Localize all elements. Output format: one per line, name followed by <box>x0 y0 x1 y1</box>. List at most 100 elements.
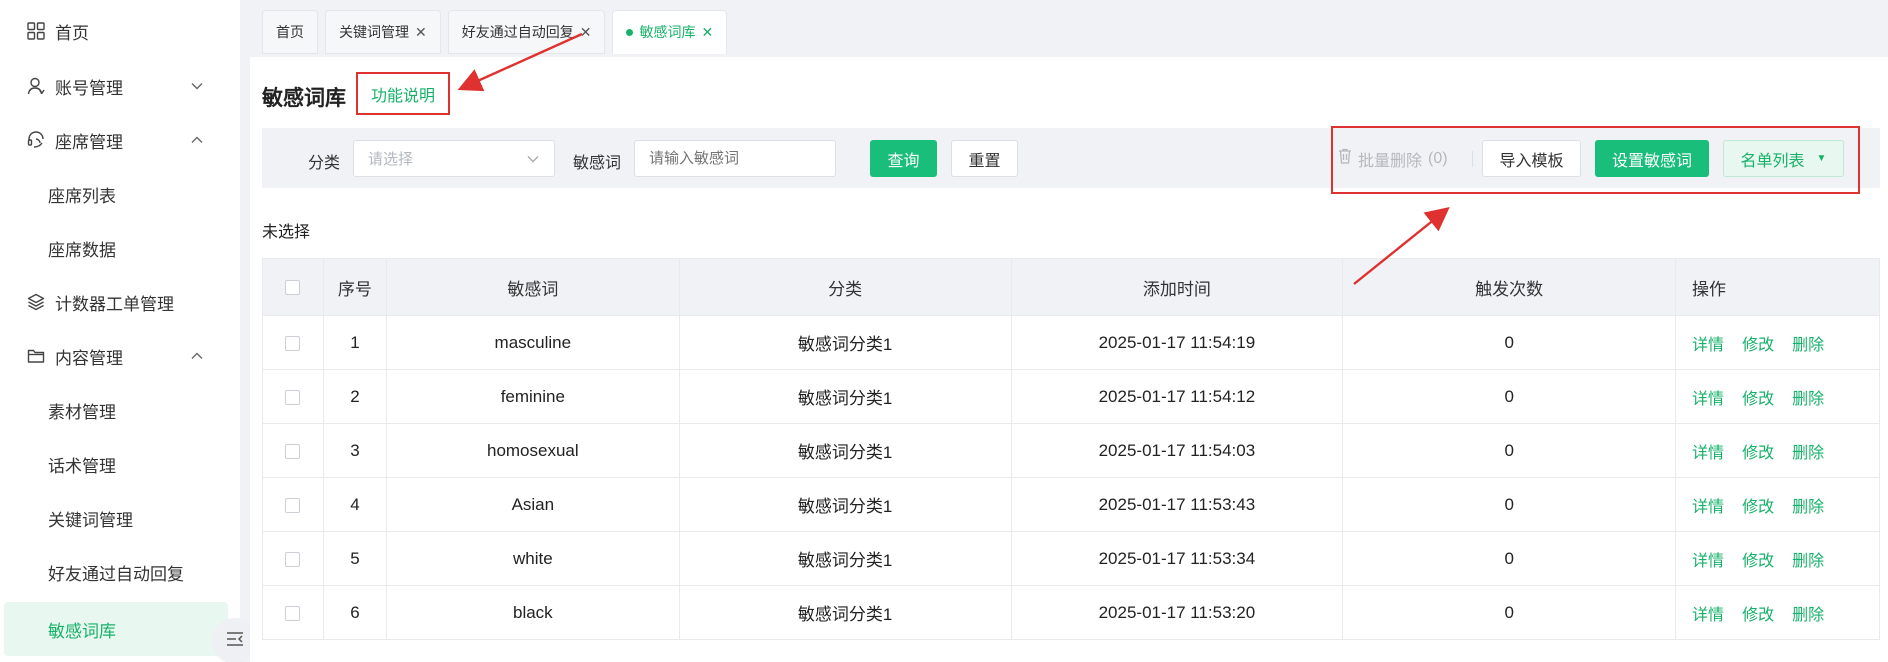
row-actions: 详情 修改 删除 <box>1675 477 1880 532</box>
sensitive-word-input[interactable] <box>634 140 836 177</box>
row-checkbox[interactable] <box>285 605 301 621</box>
edit-link[interactable]: 修改 <box>1742 553 1774 570</box>
row-word: white <box>385 531 680 586</box>
sidebar-item-label: 座席列表 <box>48 186 116 206</box>
chevron-down-icon <box>526 152 540 170</box>
row-index: 2 <box>322 369 387 424</box>
detail-link[interactable]: 详情 <box>1692 391 1724 408</box>
edit-link[interactable]: 修改 <box>1742 607 1774 624</box>
delete-link[interactable]: 删除 <box>1792 553 1824 570</box>
row-checkbox[interactable] <box>285 389 301 405</box>
sidebar-item-keyword[interactable]: 关键词管理 <box>0 491 240 545</box>
close-icon[interactable]: ✕ <box>580 24 592 41</box>
detail-link[interactable]: 详情 <box>1692 499 1724 516</box>
sidebar-item-label: 座席管理 <box>55 132 123 152</box>
delete-link[interactable]: 删除 <box>1792 391 1824 408</box>
sensitive-words-table: 序号 敏感词 分类 添加时间 触发次数 操作 1 masculine 敏感词分类… <box>262 258 1880 640</box>
row-time: 2025-01-17 11:54:19 <box>1010 315 1344 370</box>
row-checkbox[interactable] <box>285 443 301 459</box>
sidebar: 首页 账号管理 座席管理 座席列表 座席数据 计数器工单管理 内容管理 素材管理… <box>0 0 240 662</box>
row-checkbox[interactable] <box>285 335 301 351</box>
select-all-cell <box>262 258 324 316</box>
edit-link[interactable]: 修改 <box>1742 391 1774 408</box>
row-category: 敏感词分类1 <box>678 369 1012 424</box>
sidebar-item-label: 账号管理 <box>55 78 123 98</box>
sidebar-item-script[interactable]: 话术管理 <box>0 437 240 491</box>
table-row: 1 masculine 敏感词分类1 2025-01-17 11:54:19 0… <box>262 315 1880 370</box>
row-time: 2025-01-17 11:53:20 <box>1010 585 1344 640</box>
sidebar-item-label: 计数器工单管理 <box>55 294 174 314</box>
detail-link[interactable]: 详情 <box>1692 445 1724 462</box>
set-sensitive-words-button[interactable]: 设置敏感词 <box>1595 140 1709 177</box>
reset-button[interactable]: 重置 <box>951 140 1018 177</box>
tab-label: 首页 <box>276 24 304 40</box>
row-count: 0 <box>1342 423 1677 478</box>
category-label: 分类 <box>308 155 341 172</box>
detail-link[interactable]: 详情 <box>1692 553 1724 570</box>
sidebar-item-label: 内容管理 <box>55 348 123 368</box>
row-checkbox[interactable] <box>285 497 301 513</box>
name-list-label: 名单列表 <box>1740 152 1805 170</box>
sidebar-item-label: 话术管理 <box>48 456 116 476</box>
chevron-up-icon <box>190 348 206 364</box>
row-category: 敏感词分类1 <box>678 477 1012 532</box>
feature-description-link[interactable]: 功能说明 <box>356 72 450 115</box>
delete-link[interactable]: 删除 <box>1792 445 1824 462</box>
sidebar-item-home[interactable]: 首页 <box>0 4 240 58</box>
folder-icon <box>26 346 46 366</box>
sidebar-item-account[interactable]: 账号管理 <box>0 59 240 113</box>
name-list-dropdown[interactable]: 名单列表 ▼ <box>1723 140 1844 177</box>
tab-label: 关键词管理 <box>339 24 409 40</box>
batch-delete-button[interactable]: 批量删除 (0) <box>1338 140 1448 177</box>
sidebar-item-sensitive-words[interactable]: 敏感词库 <box>4 602 228 656</box>
sidebar-item-auto-reply[interactable]: 好友通过自动回复 <box>0 545 240 599</box>
edit-link[interactable]: 修改 <box>1742 499 1774 516</box>
row-checkbox[interactable] <box>285 551 301 567</box>
sidebar-item-counter[interactable]: 计数器工单管理 <box>0 275 240 329</box>
tab-sensitive-words[interactable]: 敏感词库 ✕ <box>612 10 728 54</box>
detail-link[interactable]: 详情 <box>1692 337 1724 354</box>
sidebar-item-seat-data[interactable]: 座席数据 <box>0 221 240 275</box>
tab-home[interactable]: 首页 <box>262 10 318 54</box>
row-count: 0 <box>1342 477 1677 532</box>
table-row: 3 homosexual 敏感词分类1 2025-01-17 11:54:03 … <box>262 423 1880 478</box>
divider <box>1472 151 1473 167</box>
sidebar-item-label: 敏感词库 <box>48 621 116 641</box>
delete-link[interactable]: 删除 <box>1792 607 1824 624</box>
edit-link[interactable]: 修改 <box>1742 337 1774 354</box>
sidebar-item-material[interactable]: 素材管理 <box>0 383 240 437</box>
delete-link[interactable]: 删除 <box>1792 499 1824 516</box>
active-dot-icon <box>626 28 634 36</box>
row-actions: 详情 修改 删除 <box>1675 531 1880 586</box>
tab-keyword[interactable]: 关键词管理 ✕ <box>325 10 441 54</box>
sidebar-item-seat[interactable]: 座席管理 <box>0 113 240 167</box>
category-select[interactable]: 请选择 <box>353 140 555 177</box>
category-placeholder: 请选择 <box>368 151 414 168</box>
detail-link[interactable]: 详情 <box>1692 607 1724 624</box>
table-row: 5 white 敏感词分类1 2025-01-17 11:53:34 0 详情 修… <box>262 531 1880 586</box>
row-word: homosexual <box>385 423 680 478</box>
select-all-checkbox[interactable] <box>285 280 301 296</box>
edit-link[interactable]: 修改 <box>1742 445 1774 462</box>
menu-fold-icon <box>226 631 244 652</box>
table-header-row: 序号 敏感词 分类 添加时间 触发次数 操作 <box>262 258 1880 316</box>
sidebar-item-seat-list[interactable]: 座席列表 <box>0 167 240 221</box>
query-button[interactable]: 查询 <box>870 140 937 177</box>
row-count: 0 <box>1342 531 1677 586</box>
close-icon[interactable]: ✕ <box>701 24 713 41</box>
row-actions: 详情 修改 删除 <box>1675 369 1880 424</box>
row-word: black <box>385 585 680 640</box>
row-index: 1 <box>322 315 387 370</box>
sidebar-item-label: 首页 <box>55 23 89 43</box>
delete-link[interactable]: 删除 <box>1792 337 1824 354</box>
tab-auto-reply[interactable]: 好友通过自动回复 ✕ <box>447 10 606 54</box>
grid-icon <box>26 21 46 41</box>
row-time: 2025-01-17 11:53:43 <box>1010 477 1344 532</box>
close-icon[interactable]: ✕ <box>415 24 427 41</box>
sidebar-item-label: 座席数据 <box>48 240 116 260</box>
sidebar-item-content[interactable]: 内容管理 <box>0 329 240 383</box>
headset-icon <box>26 130 46 150</box>
import-template-button[interactable]: 导入模板 <box>1482 140 1581 177</box>
row-index: 5 <box>322 531 387 586</box>
page-title: 敏感词库 <box>262 87 346 110</box>
